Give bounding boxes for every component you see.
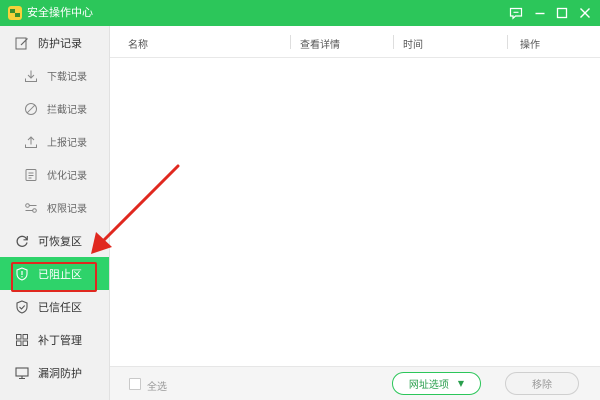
permission-icon: [24, 201, 38, 215]
sidebar-item-label: 已阻止区: [38, 267, 82, 281]
remove-button[interactable]: 移除: [505, 372, 579, 395]
sidebar-item-block-records[interactable]: 拦截记录: [0, 92, 109, 125]
sidebar-item-label: 漏洞防护: [38, 366, 82, 380]
column-header-name[interactable]: 名称: [128, 36, 148, 51]
minimize-icon[interactable]: [531, 4, 549, 22]
sidebar-item-label: 可恢复区: [38, 234, 82, 248]
sidebar-item-label: 下载记录: [47, 72, 87, 83]
sidebar-item-download-records[interactable]: 下载记录: [0, 59, 109, 92]
download-icon: [24, 69, 38, 83]
column-header-action[interactable]: 操作: [520, 36, 540, 51]
shield-blocked-icon: [15, 266, 29, 281]
vulnerability-icon: [15, 366, 29, 380]
table-header: 名称 查看详情 时间 操作: [110, 26, 600, 58]
sidebar: 防护记录 下载记录 拦截记录 上报记录 优化记录 权限记录 可恢复区 已阻止区 …: [0, 26, 110, 400]
sidebar-item-blocked-zone[interactable]: 已阻止区: [0, 257, 109, 290]
column-divider: [507, 35, 508, 49]
select-all-label: 全选: [147, 382, 167, 393]
column-divider: [290, 35, 291, 49]
main-panel: 名称 查看详情 时间 操作 全选 网址选项 ▼ 移除: [110, 26, 600, 400]
sidebar-item-vulnerability-protection[interactable]: 漏洞防护: [0, 356, 109, 389]
patch-icon: [15, 333, 29, 347]
edit-icon: [15, 36, 29, 50]
remove-label: 移除: [532, 380, 552, 391]
footer-bar: 全选 网址选项 ▼ 移除: [110, 366, 600, 400]
restore-icon: [15, 234, 29, 248]
feedback-icon[interactable]: [507, 4, 525, 22]
sidebar-item-label: 已信任区: [38, 300, 82, 314]
app-title: 安全操作中心: [27, 6, 93, 19]
maximize-icon[interactable]: [553, 4, 571, 22]
title-bar: 安全操作中心: [0, 0, 600, 26]
sidebar-item-protection-records[interactable]: 防护记录: [0, 26, 109, 59]
column-header-details[interactable]: 查看详情: [300, 36, 340, 51]
app-logo-icon: [8, 6, 22, 20]
sidebar-item-label: 补丁管理: [38, 333, 82, 347]
sidebar-item-label: 防护记录: [38, 36, 82, 50]
url-options-button[interactable]: 网址选项 ▼: [392, 372, 481, 395]
block-icon: [24, 102, 38, 116]
sidebar-item-report-records[interactable]: 上报记录: [0, 125, 109, 158]
column-divider: [393, 35, 394, 49]
sidebar-item-recoverable-zone[interactable]: 可恢复区: [0, 224, 109, 257]
sidebar-item-label: 权限记录: [47, 204, 87, 215]
caret-down-icon: ▼: [457, 379, 465, 388]
sidebar-item-optimize-records[interactable]: 优化记录: [0, 158, 109, 191]
optimize-icon: [24, 168, 38, 182]
close-icon[interactable]: [576, 4, 594, 22]
url-options-label: 网址选项: [408, 380, 449, 391]
sidebar-item-label: 上报记录: [47, 138, 87, 149]
sidebar-item-trusted-zone[interactable]: 已信任区: [0, 290, 109, 323]
sidebar-item-label: 优化记录: [47, 171, 87, 182]
select-all-checkbox[interactable]: [129, 378, 141, 390]
sidebar-item-patch-management[interactable]: 补丁管理: [0, 323, 109, 356]
upload-icon: [24, 135, 38, 149]
shield-check-icon: [15, 299, 29, 314]
sidebar-item-label: 拦截记录: [47, 105, 87, 116]
column-header-time[interactable]: 时间: [403, 36, 423, 51]
sidebar-item-permission-records[interactable]: 权限记录: [0, 191, 109, 224]
